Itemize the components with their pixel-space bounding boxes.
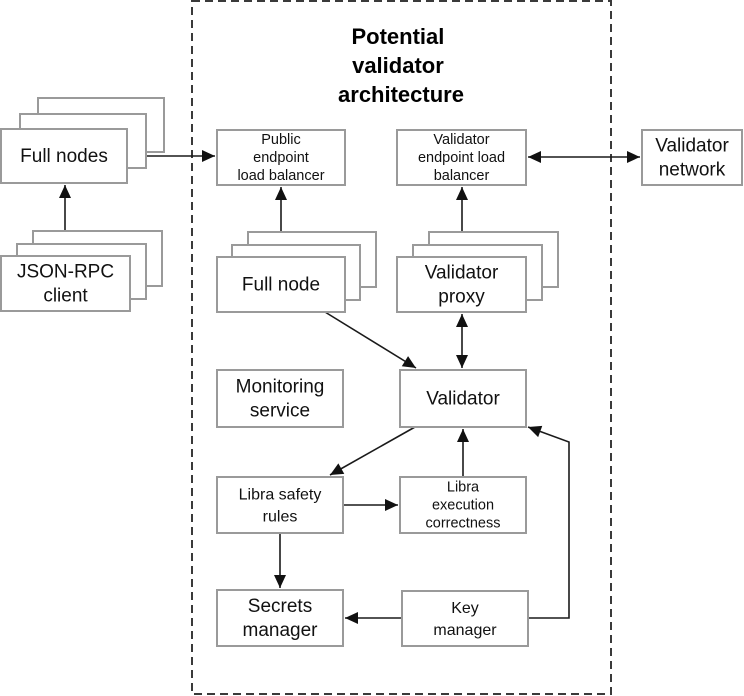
edges bbox=[59, 150, 640, 624]
node-public-lb: Public endpoint load balancer bbox=[216, 129, 346, 186]
arrowhead-icon bbox=[202, 150, 215, 162]
node-label: Full nodes bbox=[20, 146, 108, 167]
node-full-node: Full node bbox=[216, 231, 377, 313]
arrowhead-icon bbox=[456, 187, 468, 200]
node-label: Full node bbox=[242, 275, 320, 296]
nodes: Full nodes JSON-RPC client Public endpoint lo… bbox=[0, 97, 743, 647]
arrowhead-icon bbox=[456, 355, 468, 368]
arrowhead-icon bbox=[330, 463, 345, 475]
edge-key-manager-to-secrets-manager bbox=[345, 612, 402, 624]
node-secrets-manager: Secrets manager bbox=[216, 589, 344, 647]
connector-line bbox=[527, 426, 570, 619]
node-key-manager: Key manager bbox=[401, 590, 529, 647]
arrowhead-icon bbox=[528, 151, 541, 163]
arrowhead-icon bbox=[385, 499, 398, 511]
connector-line bbox=[329, 426, 416, 476]
arrowhead-icon bbox=[274, 575, 286, 588]
edge-validator-to-safety-rules bbox=[329, 426, 416, 476]
node-label: Validator bbox=[426, 389, 500, 410]
edge-execution-correctness-to-validator bbox=[457, 429, 469, 477]
edge-validator-lb-to-validator-network bbox=[528, 151, 640, 163]
edge-full-node-to-validator bbox=[324, 311, 417, 369]
arrowhead-icon bbox=[456, 314, 468, 327]
arrowhead-icon bbox=[457, 429, 469, 442]
node-validator-proxy: Validator proxy bbox=[396, 231, 559, 313]
arrowhead-icon bbox=[401, 356, 416, 368]
edge-validator-proxy-to-validator bbox=[456, 314, 468, 368]
node-full-nodes: Full nodes bbox=[0, 97, 165, 184]
diagram-title: Potential validator architecture bbox=[338, 24, 464, 107]
node-monitoring: Monitoring service bbox=[216, 369, 344, 428]
arrowhead-icon bbox=[528, 425, 543, 438]
node-validator-lb: Validator endpoint load balancer bbox=[396, 129, 527, 186]
arrowhead-icon bbox=[275, 187, 287, 200]
arrowhead-icon bbox=[59, 185, 71, 198]
edge-safety-rules-to-secrets-manager bbox=[274, 533, 286, 588]
node-validator-network: Validator network bbox=[641, 129, 743, 186]
node-safety-rules: Libra safety rules bbox=[216, 476, 344, 534]
node-execution-correctness: Libra execution correctness bbox=[399, 476, 527, 534]
arrowhead-icon bbox=[627, 151, 640, 163]
edge-key-manager-to-validator bbox=[527, 425, 570, 619]
edge-safety-rules-to-execution-correctness bbox=[343, 499, 398, 511]
arrowhead-icon bbox=[345, 612, 358, 624]
connector-line bbox=[324, 311, 417, 369]
node-json-rpc-client: JSON-RPC client bbox=[0, 230, 163, 312]
node-validator: Validator bbox=[399, 369, 527, 428]
architecture-diagram: Potential validator architecture Full no… bbox=[0, 0, 743, 695]
